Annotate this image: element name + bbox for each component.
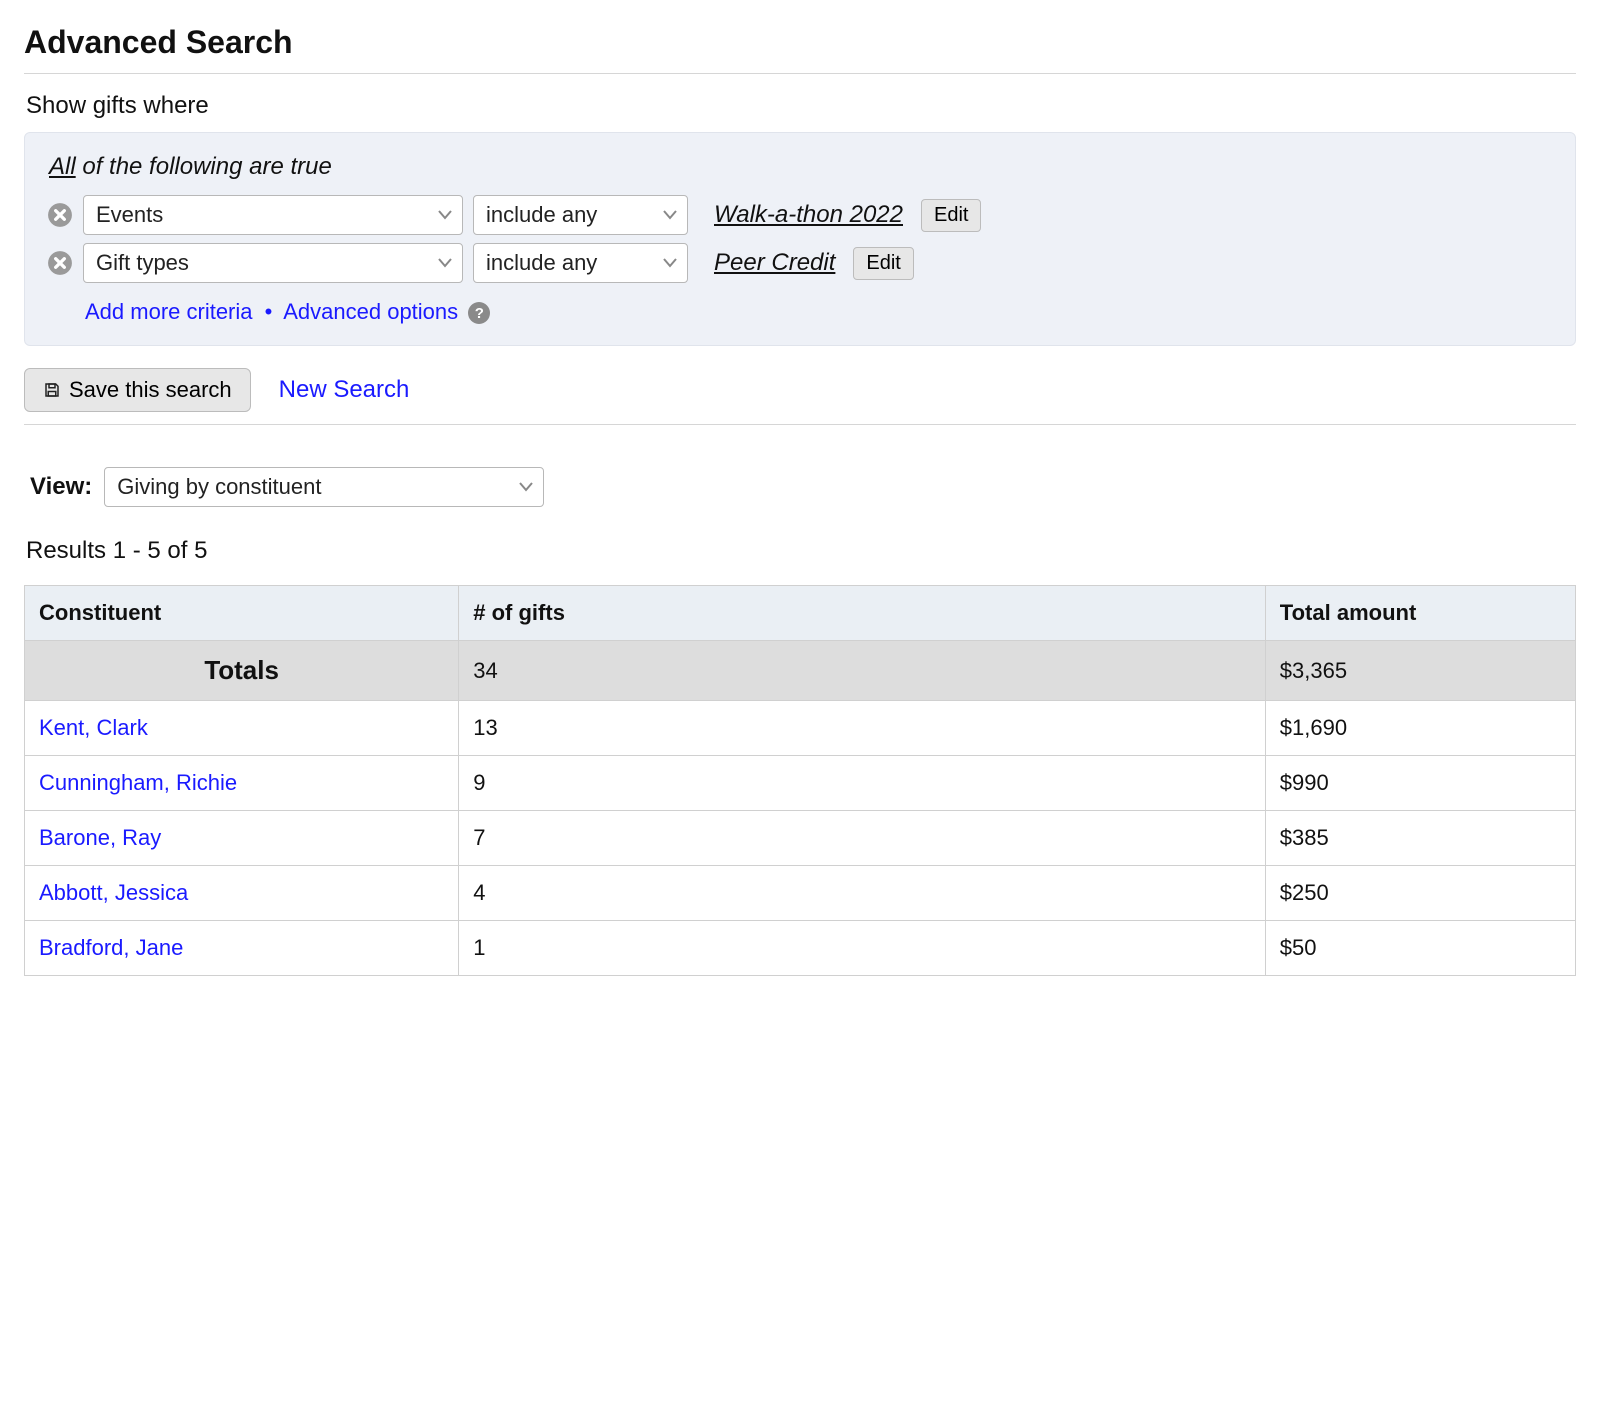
remove-criteria-icon[interactable] [47, 202, 73, 228]
results-count: Results 1 - 5 of 5 [26, 537, 1576, 565]
constituent-link[interactable]: Barone, Ray [39, 825, 161, 850]
gift-count: 1 [459, 921, 1266, 976]
view-select[interactable]: Giving by constituent [104, 467, 544, 507]
intro-text: Show gifts where [26, 92, 1576, 120]
table-row: Kent, Clark 13 $1,690 [25, 701, 1576, 756]
criteria-links: Add more criteria • Advanced options ? [85, 299, 1553, 325]
divider [24, 73, 1576, 74]
actions-row: Save this search New Search [24, 368, 1576, 412]
criteria-all-toggle[interactable]: All [49, 153, 76, 180]
criteria-value-text: Walk-a-thon 2022 [714, 201, 903, 229]
table-row: Cunningham, Richie 9 $990 [25, 756, 1576, 811]
save-search-button[interactable]: Save this search [24, 368, 251, 412]
edit-button[interactable]: Edit [921, 199, 981, 232]
help-icon[interactable]: ? [468, 302, 490, 324]
save-icon [43, 381, 61, 399]
new-search-link[interactable]: New Search [279, 376, 410, 404]
view-label: View: [30, 473, 92, 501]
totals-label: Totals [25, 641, 459, 701]
gift-count: 9 [459, 756, 1266, 811]
totals-gifts: 34 [459, 641, 1266, 701]
chevron-down-icon [519, 482, 533, 492]
criteria-value-text: Peer Credit [714, 249, 835, 277]
criteria-op-value: include any [486, 202, 597, 228]
criteria-field-value: Gift types [96, 250, 189, 276]
gift-count: 13 [459, 701, 1266, 756]
criteria-heading-rest: of the following are true [76, 153, 332, 180]
table-row: Barone, Ray 7 $385 [25, 811, 1576, 866]
total-amount: $50 [1265, 921, 1575, 976]
chevron-down-icon [438, 210, 452, 220]
criteria-panel: All of the following are true Events inc… [24, 132, 1576, 346]
criteria-row: Events include any Walk-a-thon 2022 Edit [47, 191, 1553, 239]
page-title: Advanced Search [24, 24, 1576, 61]
table-row: Abbott, Jessica 4 $250 [25, 866, 1576, 921]
totals-row: Totals 34 $3,365 [25, 641, 1576, 701]
add-more-criteria-link[interactable]: Add more criteria [85, 299, 253, 324]
total-amount: $990 [1265, 756, 1575, 811]
constituent-link[interactable]: Bradford, Jane [39, 935, 183, 960]
view-select-value: Giving by constituent [117, 474, 321, 500]
criteria-op-select[interactable]: include any [473, 243, 688, 283]
remove-criteria-icon[interactable] [47, 250, 73, 276]
col-constituent[interactable]: Constituent [25, 586, 459, 641]
edit-button[interactable]: Edit [853, 247, 913, 280]
criteria-heading: All of the following are true [49, 153, 1553, 181]
total-amount: $250 [1265, 866, 1575, 921]
constituent-link[interactable]: Cunningham, Richie [39, 770, 237, 795]
gift-count: 7 [459, 811, 1266, 866]
col-gifts[interactable]: # of gifts [459, 586, 1266, 641]
chevron-down-icon [438, 258, 452, 268]
totals-amount: $3,365 [1265, 641, 1575, 701]
criteria-field-value: Events [96, 202, 163, 228]
gift-count: 4 [459, 866, 1266, 921]
criteria-op-select[interactable]: include any [473, 195, 688, 235]
criteria-op-value: include any [486, 250, 597, 276]
criteria-field-select[interactable]: Gift types [83, 243, 463, 283]
advanced-options-link[interactable]: Advanced options [283, 299, 458, 324]
table-row: Bradford, Jane 1 $50 [25, 921, 1576, 976]
results-table: Constituent # of gifts Total amount Tota… [24, 585, 1576, 976]
criteria-field-select[interactable]: Events [83, 195, 463, 235]
constituent-link[interactable]: Kent, Clark [39, 715, 148, 740]
criteria-row: Gift types include any Peer Credit Edit [47, 239, 1553, 287]
chevron-down-icon [663, 258, 677, 268]
constituent-link[interactable]: Abbott, Jessica [39, 880, 188, 905]
chevron-down-icon [663, 210, 677, 220]
save-search-label: Save this search [69, 377, 232, 403]
link-separator: • [265, 299, 273, 324]
divider [24, 424, 1576, 425]
total-amount: $385 [1265, 811, 1575, 866]
total-amount: $1,690 [1265, 701, 1575, 756]
view-row: View: Giving by constituent [30, 467, 1576, 507]
col-total[interactable]: Total amount [1265, 586, 1575, 641]
